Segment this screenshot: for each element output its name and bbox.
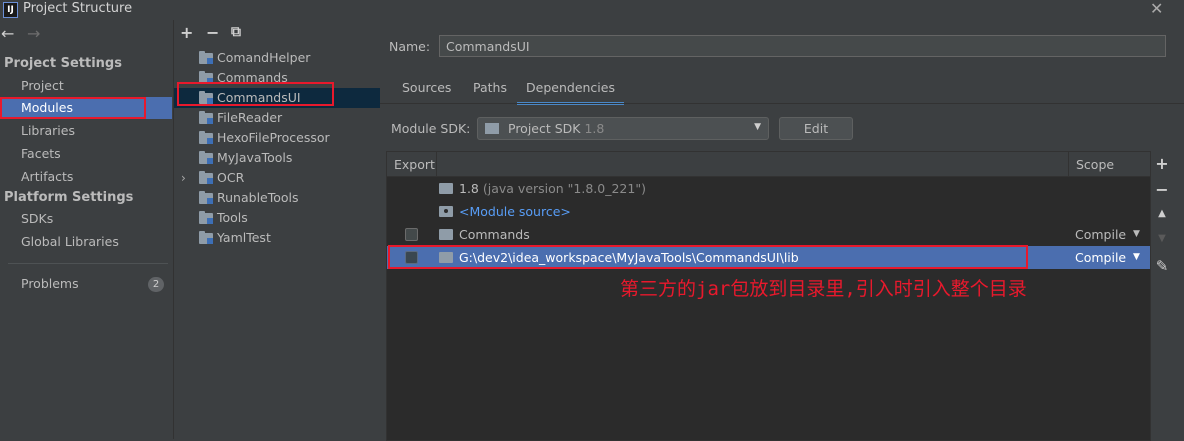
module-folder-icon [199, 51, 213, 64]
module-folder-icon [199, 171, 213, 184]
column-divider [436, 152, 437, 176]
module-detail-panel: Name: Sources Paths Dependencies Module … [380, 20, 1184, 441]
export-checkbox[interactable] [405, 228, 418, 241]
intellij-app-icon: IJ [3, 2, 18, 18]
tab-paths[interactable]: Paths [473, 80, 507, 102]
nav-item-libraries[interactable]: Libraries [0, 120, 172, 142]
add-module-icon[interactable]: + [180, 23, 193, 42]
module-folder-icon [199, 71, 213, 84]
module-list-panel: + − ⧉ ComandHelper Commands CommandsUI F… [173, 20, 381, 439]
remove-module-icon[interactable]: − [206, 23, 219, 42]
module-folder-icon [199, 151, 213, 164]
nav-item-project[interactable]: Project [0, 75, 172, 97]
window-title: Project Structure [23, 1, 133, 16]
column-header-export[interactable]: Export [394, 157, 435, 172]
remove-dependency-icon[interactable]: − [1153, 180, 1171, 199]
dependency-row-module-source[interactable]: <Module source> [387, 200, 1150, 223]
edit-pencil-icon[interactable]: ✎ [1153, 257, 1171, 275]
dependency-row-commands[interactable]: Commands Compile ▼ [387, 223, 1150, 246]
tab-strip-divider [380, 103, 1184, 104]
move-down-icon[interactable]: ▼ [1153, 233, 1171, 244]
scope-select[interactable]: Compile [1075, 246, 1126, 269]
dependency-name: Commands [459, 227, 530, 242]
nav-item-sdks[interactable]: SDKs [0, 208, 172, 230]
module-item-commandsui[interactable]: CommandsUI [174, 88, 380, 108]
name-label: Name: [389, 39, 431, 54]
module-folder-icon [199, 211, 213, 224]
module-folder-icon [199, 131, 213, 144]
close-window-button[interactable]: ✕ [1150, 0, 1163, 18]
module-item-ocr[interactable]: › OCR [174, 168, 380, 188]
jdk-folder-icon [439, 183, 453, 194]
dependency-name: <Module source> [459, 204, 571, 219]
project-settings-heading: Project Settings [4, 56, 122, 71]
tab-sources[interactable]: Sources [402, 80, 451, 102]
nav-item-facets[interactable]: Facets [0, 143, 172, 165]
module-folder-icon [199, 91, 213, 104]
add-dependency-icon[interactable]: + [1153, 154, 1171, 173]
module-item-yamltest[interactable]: YamlTest [174, 228, 380, 248]
dependency-row-lib[interactable]: G:\dev2\idea_workspace\MyJavaTools\Comma… [387, 246, 1150, 269]
module-item-hexofileprocessor[interactable]: HexoFileProcessor [174, 128, 380, 148]
scope-select[interactable]: Compile [1075, 223, 1126, 246]
module-item-filereader[interactable]: FileReader [174, 108, 380, 128]
dependency-name: G:\dev2\idea_workspace\MyJavaTools\Comma… [459, 250, 799, 265]
module-folder-icon [199, 231, 213, 244]
edit-sdk-button[interactable]: Edit [779, 117, 853, 140]
column-divider [1068, 152, 1069, 176]
dependency-name: 1.8 [459, 181, 479, 196]
nav-item-artifacts[interactable]: Artifacts [0, 166, 172, 188]
nav-divider [8, 263, 168, 264]
sdk-value: Project SDK [508, 121, 581, 136]
module-item-tools[interactable]: Tools [174, 208, 380, 228]
module-item-commands[interactable]: Commands [174, 68, 380, 88]
sdk-version: 1.8 [584, 121, 605, 136]
module-item-comandhelper[interactable]: ComandHelper [174, 48, 380, 68]
module-item-runabletools[interactable]: RunableTools [174, 188, 380, 208]
module-sdk-label: Module SDK: [391, 121, 471, 136]
settings-navigation: ← → Project Settings Project Modules Lib… [0, 20, 172, 439]
module-name-input[interactable] [439, 35, 1166, 57]
module-folder-icon [439, 229, 453, 240]
copy-module-icon[interactable]: ⧉ [231, 24, 241, 40]
module-item-myjavatools[interactable]: MyJavaTools [174, 148, 380, 168]
back-arrow-icon[interactable]: ← [1, 24, 14, 43]
title-bar: IJ Project Structure ✕ [0, 0, 1184, 20]
module-source-icon [439, 206, 453, 217]
chevron-down-icon[interactable]: ▼ [1133, 223, 1140, 246]
expand-arrow-icon[interactable]: › [181, 168, 186, 188]
module-folder-icon [199, 191, 213, 204]
platform-settings-heading: Platform Settings [4, 190, 134, 205]
nav-item-global-libraries[interactable]: Global Libraries [0, 231, 172, 253]
chevron-down-icon: ▼ [754, 122, 761, 132]
module-folder-icon [199, 111, 213, 124]
library-folder-icon [439, 252, 453, 263]
dependency-detail: (java version "1.8.0_221") [482, 181, 646, 196]
forward-arrow-icon[interactable]: → [27, 24, 40, 43]
sdk-folder-icon [485, 123, 499, 134]
table-header: Export Scope [387, 152, 1150, 177]
move-up-icon[interactable]: ▲ [1153, 208, 1171, 219]
column-header-scope[interactable]: Scope [1076, 157, 1114, 172]
tab-dependencies[interactable]: Dependencies [517, 80, 624, 105]
annotation-note: 第三方的jar包放到目录里,引入时引入整个目录 [620, 278, 1027, 300]
nav-item-problems[interactable]: Problems [0, 273, 172, 295]
problems-count-badge: 2 [148, 277, 164, 292]
nav-item-modules[interactable]: Modules [0, 97, 172, 119]
chevron-down-icon[interactable]: ▼ [1133, 246, 1140, 269]
dependency-row-jdk[interactable]: 1.8 (java version "1.8.0_221") [387, 177, 1150, 200]
module-sdk-select[interactable]: Project SDK 1.8 ▼ [477, 117, 769, 140]
export-checkbox[interactable] [405, 251, 418, 264]
